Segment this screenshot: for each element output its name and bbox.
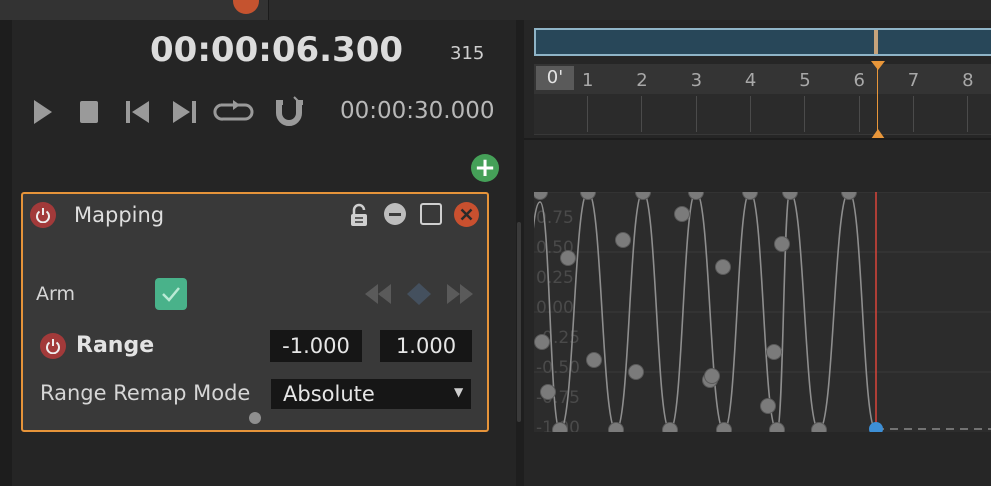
curve-keyframe[interactable] [534, 334, 550, 350]
ruler-tick [967, 96, 969, 132]
value-axis-label: 0.75 [536, 208, 574, 228]
panel-resize-handle[interactable] [249, 412, 261, 424]
playhead-icon[interactable] [870, 60, 886, 140]
ruler-number-7: 7 [907, 70, 920, 91]
curve-line [534, 192, 877, 431]
ruler-number-2: 2 [636, 70, 648, 91]
previous-keyframe-button[interactable] [119, 94, 155, 130]
range-label: Range [76, 333, 155, 358]
curve-keyframe[interactable] [774, 236, 790, 252]
range-enable-button[interactable] [40, 333, 66, 359]
curve-keyframe[interactable] [662, 422, 678, 433]
total-time-field[interactable]: 00:00:30.000 [340, 98, 495, 124]
splitter-handle[interactable] [517, 222, 521, 422]
curve-editor[interactable]: 0.750.500.250.00-0.25-0.50-0.75-1.00 [534, 192, 991, 432]
tab-sequence-editor[interactable] [0, 0, 269, 20]
magnet-icon [276, 96, 303, 126]
current-time-display: 00:00:06.300 [150, 30, 404, 70]
range-min-field[interactable]: -1.000 [270, 330, 362, 362]
panel-title: Mapping [74, 203, 165, 227]
curve-keyframe[interactable] [715, 259, 731, 275]
curve-editor-footer [534, 432, 991, 486]
lock-icon[interactable] [348, 203, 370, 227]
ruler-tick [912, 96, 914, 132]
maximize-icon[interactable] [420, 203, 442, 225]
arm-label: Arm [36, 283, 75, 305]
curve-keyframe[interactable] [540, 384, 556, 400]
curve-keyframe[interactable] [811, 422, 827, 433]
curve-keyframe[interactable] [635, 192, 651, 200]
overview-playhead-marker [874, 30, 878, 54]
current-frame-display: 315 [450, 43, 485, 64]
curve-keyframe[interactable] [782, 192, 798, 200]
timeline-overview-bar[interactable] [534, 28, 991, 56]
ruler-zero-label: 0' [536, 66, 574, 90]
loop-toggle[interactable] [212, 94, 256, 130]
value-axis-label: 0.25 [536, 268, 574, 288]
curve-keyframe[interactable] [760, 398, 776, 414]
value-axis-label: -0.50 [536, 358, 580, 378]
curve-keyframe[interactable] [769, 422, 785, 433]
checkmark-icon [162, 287, 180, 302]
curve-keyframe[interactable] [704, 368, 720, 384]
curve-keyframe[interactable] [628, 364, 644, 380]
power-icon [36, 208, 50, 223]
ruler-tick [695, 96, 697, 132]
power-icon [46, 339, 60, 354]
curve-keyframe[interactable] [615, 232, 631, 248]
time-ruler[interactable] [534, 64, 991, 94]
left-edge [0, 20, 12, 486]
curve-keyframe[interactable] [674, 206, 690, 222]
time-ruler-ticks[interactable] [534, 94, 991, 135]
curve-keyframe[interactable] [766, 344, 782, 360]
chevron-down-icon: ▼ [454, 385, 464, 399]
loop-icon [213, 100, 254, 121]
curve-graph[interactable]: 0.750.500.250.00-0.25-0.50-0.75-1.00 [534, 192, 991, 432]
current-keyframe-marker[interactable] [869, 422, 883, 432]
curve-keyframe[interactable] [534, 192, 548, 200]
ruler-tick [587, 96, 588, 132]
curve-keyframe[interactable] [841, 192, 857, 200]
ruler-tick [749, 96, 751, 132]
curve-keyframe[interactable] [716, 422, 732, 433]
ruler-number-6: 6 [853, 70, 865, 91]
curve-keyframe[interactable] [580, 192, 596, 200]
play-icon [34, 100, 52, 124]
ruler-number-3: 3 [690, 70, 703, 91]
next-keyframe-button[interactable] [167, 94, 203, 130]
snap-toggle[interactable] [272, 94, 308, 130]
next-key-icon[interactable] [446, 283, 474, 305]
ruler-tick [804, 96, 806, 132]
curve-keyframe[interactable] [608, 422, 624, 433]
ruler-tick [858, 96, 860, 132]
minimize-icon[interactable] [384, 203, 406, 225]
previous-key-icon[interactable] [364, 283, 392, 305]
play-button[interactable] [24, 94, 60, 130]
curve-keyframe[interactable] [688, 192, 704, 200]
stop-button[interactable] [71, 94, 107, 130]
arm-checkbox[interactable] [155, 278, 187, 310]
ruler-tick [641, 96, 643, 132]
range-remap-mode-select[interactable]: Absolute [271, 379, 471, 409]
curve-keyframe[interactable] [742, 192, 758, 200]
stop-icon [80, 101, 98, 123]
add-key-icon[interactable] [406, 283, 432, 305]
timeline-separator [524, 138, 991, 140]
ruler-number-8: 8 [962, 70, 974, 91]
ruler-number-1: 1 [582, 70, 594, 91]
skip-forward-icon [173, 101, 196, 123]
ruler-number-4: 4 [744, 70, 757, 91]
range-remap-mode-label: Range Remap Mode [40, 381, 251, 405]
range-max-field[interactable]: 1.000 [380, 330, 472, 362]
curve-keyframe[interactable] [560, 250, 576, 266]
plus-icon: + [474, 153, 496, 183]
ruler-number-5: 5 [799, 70, 811, 91]
skip-back-icon [126, 101, 149, 123]
curve-keyframe[interactable] [586, 352, 602, 368]
panel-close-icon[interactable] [454, 202, 479, 227]
mapping-enable-button[interactable] [30, 202, 56, 228]
value-axis-label: 0.00 [536, 298, 574, 318]
add-layer-button[interactable]: + [471, 154, 499, 182]
